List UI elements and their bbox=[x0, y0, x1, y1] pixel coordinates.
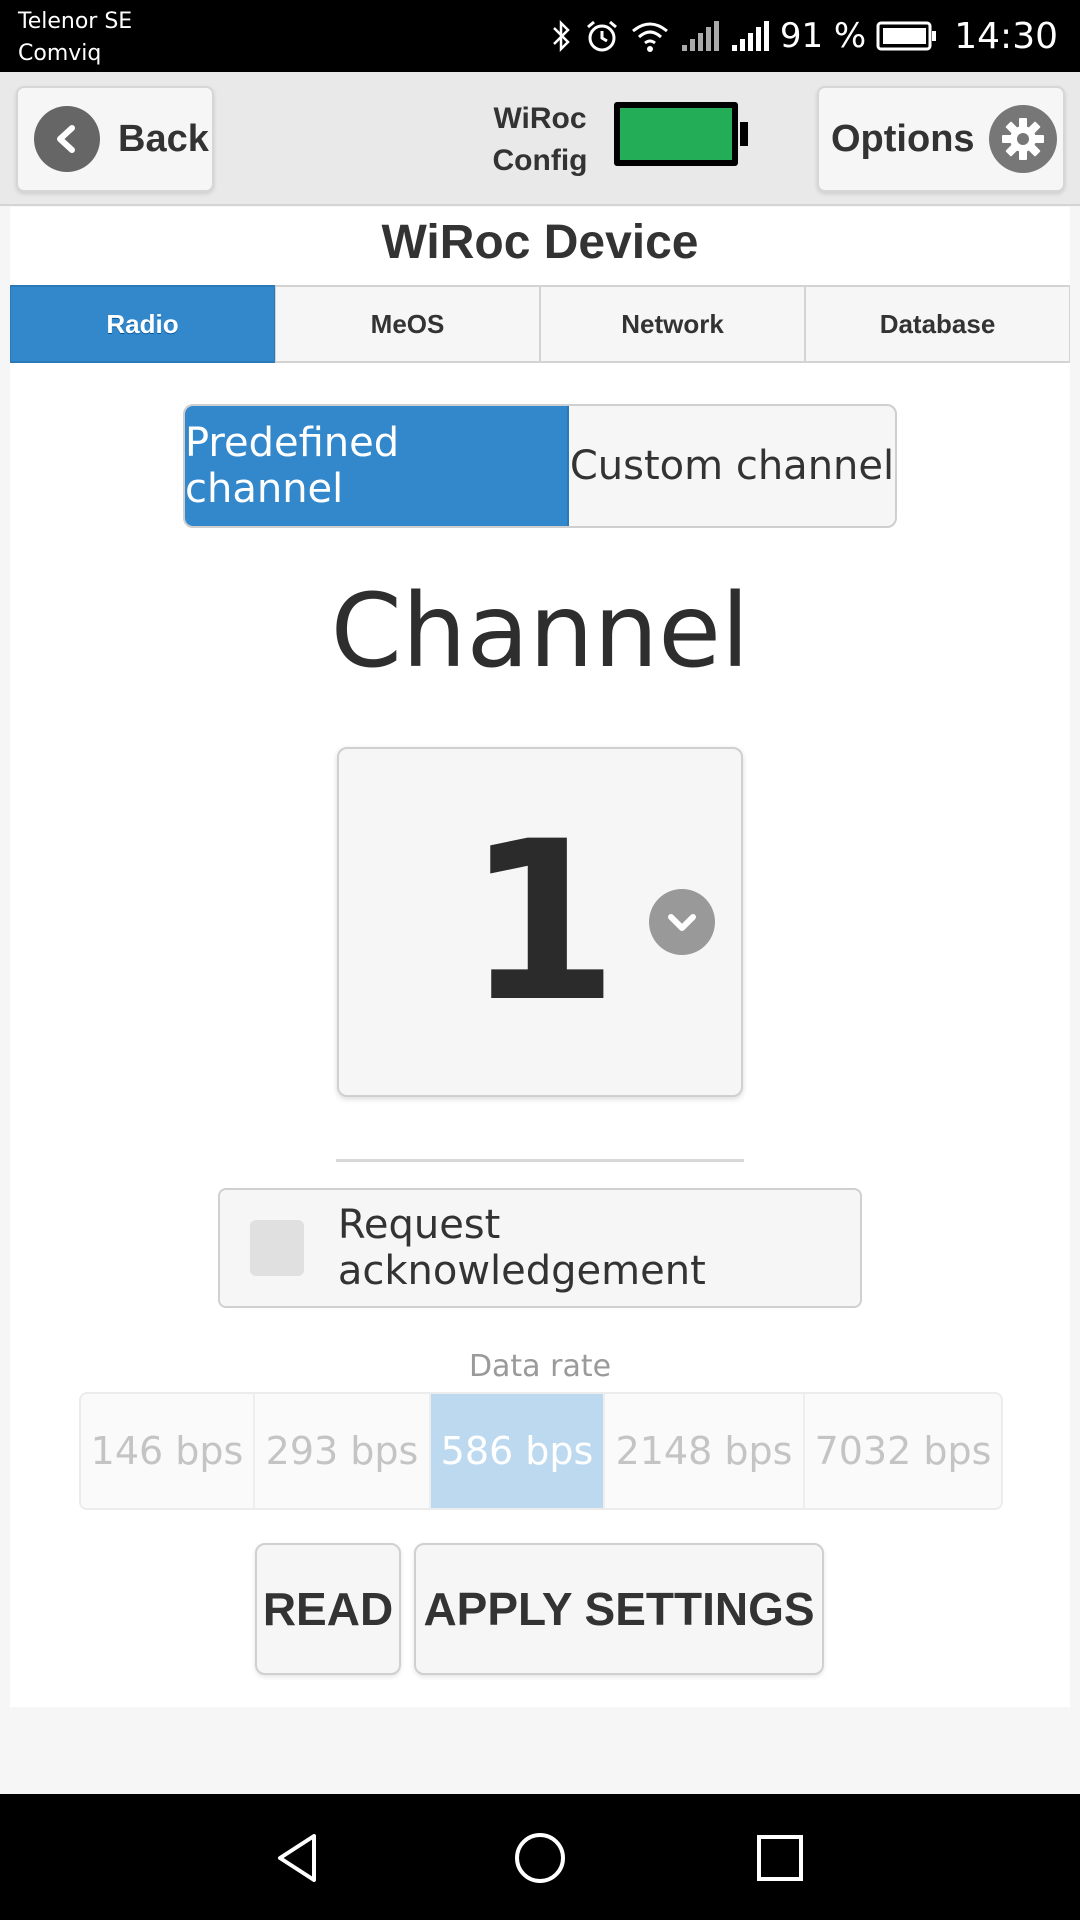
back-label: Back bbox=[118, 117, 209, 160]
tab-meos[interactable]: MeOS bbox=[275, 285, 540, 363]
tab-database[interactable]: Database bbox=[805, 285, 1070, 363]
acknowledgement-label: Request acknowledgement bbox=[337, 1202, 706, 1294]
carrier-subname: Comviq bbox=[18, 41, 102, 66]
options-button[interactable]: Options bbox=[817, 86, 1065, 192]
rate-option-586[interactable]: 586 bps bbox=[431, 1394, 605, 1508]
app-header: Back WiRoc Config Options bbox=[0, 72, 1080, 206]
options-label: Options bbox=[831, 117, 975, 160]
bluetooth-icon bbox=[550, 16, 574, 56]
home-nav-icon[interactable] bbox=[508, 1826, 572, 1890]
custom-channel-option[interactable]: Custom channel bbox=[569, 406, 895, 526]
recents-nav-icon[interactable] bbox=[748, 1826, 812, 1890]
tab-bar: Radio MeOS Network Database bbox=[10, 285, 1070, 363]
apply-settings-button[interactable]: APPLY SETTINGS bbox=[414, 1543, 824, 1675]
wifi-icon bbox=[630, 16, 670, 56]
divider bbox=[336, 1159, 744, 1162]
battery-icon bbox=[876, 16, 938, 56]
rate-option-7032[interactable]: 7032 bps bbox=[805, 1394, 1001, 1508]
tab-network[interactable]: Network bbox=[540, 285, 805, 363]
rate-option-293[interactable]: 293 bps bbox=[255, 1394, 431, 1508]
back-button[interactable]: Back bbox=[16, 86, 214, 192]
acknowledgement-checkbox[interactable] bbox=[250, 1220, 304, 1276]
carrier-info: Telenor SE Comviq bbox=[18, 6, 132, 70]
alarm-icon bbox=[584, 16, 620, 56]
app-title-line1: WiRoc bbox=[493, 102, 587, 135]
page-title: WiRoc Device bbox=[381, 216, 699, 269]
signal-icon bbox=[730, 16, 770, 56]
chevron-down-icon bbox=[649, 889, 715, 955]
rate-option-2148[interactable]: 2148 bps bbox=[605, 1394, 805, 1508]
app-title-line2: Config bbox=[492, 144, 588, 177]
data-rate-label: Data rate bbox=[468, 1349, 612, 1384]
gear-icon bbox=[988, 105, 1057, 173]
clock: 14:30 bbox=[954, 15, 1058, 57]
channel-mode-toggle: Predefined channel Custom channel bbox=[183, 404, 897, 528]
app-title: WiRoc Config bbox=[470, 98, 610, 182]
channel-heading: Channel bbox=[330, 572, 750, 691]
channel-select[interactable]: 1 bbox=[337, 747, 743, 1097]
read-button[interactable]: READ bbox=[255, 1543, 401, 1675]
device-battery-icon bbox=[614, 102, 748, 166]
status-bar: Telenor SE Comviq 91 % 14:30 bbox=[0, 0, 1080, 72]
navigation-bar bbox=[0, 1794, 1080, 1920]
back-nav-icon[interactable] bbox=[266, 1826, 330, 1890]
main-content: WiRoc Device Radio MeOS Network Database… bbox=[10, 207, 1070, 1707]
battery-percent: 91 % bbox=[779, 16, 867, 56]
predefined-channel-option[interactable]: Predefined channel bbox=[185, 406, 569, 526]
data-rate-selector: 146 bps 293 bps 586 bps 2148 bps 7032 bp… bbox=[79, 1392, 1003, 1510]
request-acknowledgement-toggle[interactable]: Request acknowledgement bbox=[218, 1188, 862, 1308]
tab-radio[interactable]: Radio bbox=[10, 285, 275, 363]
signal-icon bbox=[680, 16, 720, 56]
status-indicators: 91 % 14:30 bbox=[550, 0, 1058, 72]
chevron-left-icon bbox=[34, 106, 100, 172]
rate-option-146[interactable]: 146 bps bbox=[81, 1394, 255, 1508]
carrier-name: Telenor SE bbox=[18, 9, 133, 34]
